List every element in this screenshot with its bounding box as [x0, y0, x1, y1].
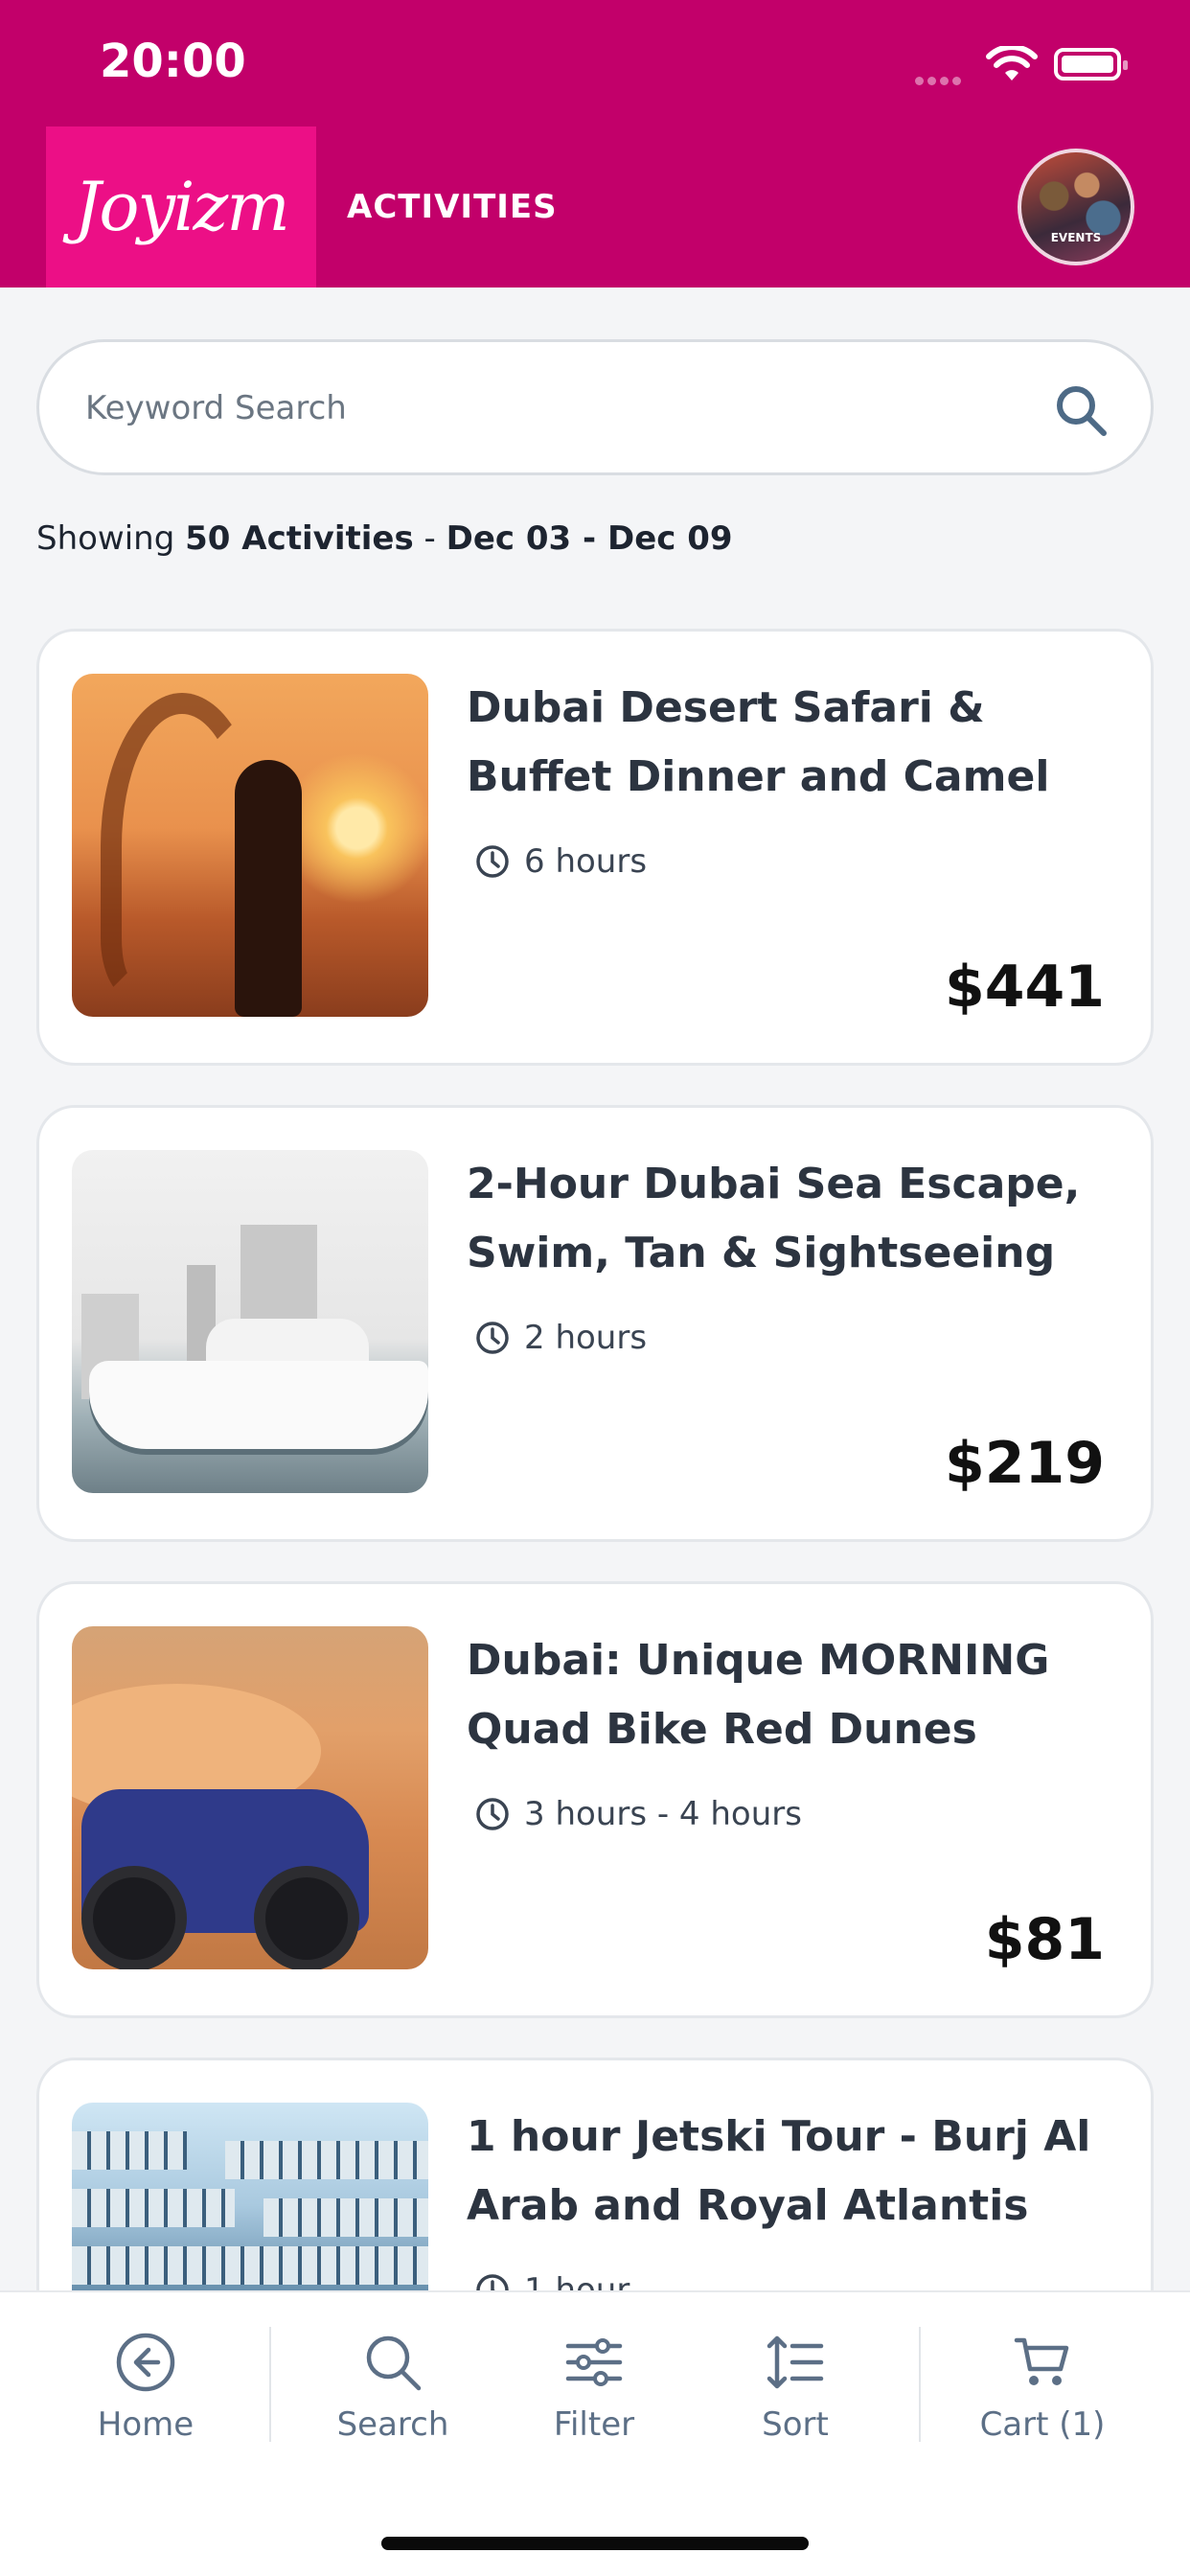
activity-price: $441 [945, 954, 1105, 1021]
avatar[interactable]: EVENTS [1018, 149, 1134, 265]
app-header: 20:00 Joyizm ACTIVITIES EVENTS [0, 0, 1190, 288]
tab-divider [269, 2327, 271, 2442]
summary-dates: Dec 03 - Dec 09 [446, 519, 733, 558]
activity-title: Dubai: Unique MORNING Quad Bike Red Dune… [467, 1636, 1050, 1754]
home-indicator[interactable] [381, 2537, 809, 2550]
activity-duration: 6 hours [474, 842, 647, 881]
activity-duration: 2 hours [474, 1319, 647, 1357]
duration-text: 6 hours [524, 842, 648, 881]
wifi-icon [986, 46, 1038, 80]
tab-home[interactable]: Home [59, 2331, 232, 2444]
app-logo[interactable]: Joyizm [46, 126, 316, 288]
activity-card[interactable]: 2-Hour Dubai Sea Escape, Swim, Tan & Sig… [36, 1105, 1154, 1542]
tab-label: Sort [762, 2405, 829, 2444]
logo-text: Joyizm [74, 168, 289, 246]
summary-count: 50 Activities [185, 519, 414, 558]
activity-title: 2-Hour Dubai Sea Escape, Swim, Tan & Sig… [467, 1160, 1081, 1277]
status-time: 20:00 [100, 34, 246, 88]
sliders-icon [565, 2338, 623, 2386]
search-icon[interactable] [1053, 382, 1109, 438]
activity-price: $81 [984, 1906, 1105, 1973]
activity-image [72, 1150, 428, 1493]
search-bar [36, 339, 1154, 475]
tab-cart[interactable]: Cart (1) [956, 2331, 1129, 2444]
activity-card[interactable]: Dubai: Unique MORNING Quad Bike Red Dune… [36, 1581, 1154, 2018]
duration-text: 3 hours - 4 hours [524, 1795, 802, 1833]
tab-divider [919, 2327, 921, 2442]
tab-search[interactable]: Search [307, 2331, 479, 2444]
sort-icon [767, 2335, 824, 2389]
tab-filter[interactable]: Filter [508, 2331, 680, 2444]
activity-image [72, 1626, 428, 1969]
activity-title: 1 hour Jetski Tour - Burj Al Arab and Ro… [467, 2112, 1091, 2230]
tab-sort[interactable]: Sort [709, 2331, 881, 2444]
tab-label: Home [97, 2405, 195, 2444]
tab-label: Search [336, 2405, 449, 2444]
clock-icon [476, 1322, 509, 1354]
tab-label: Cart (1) [979, 2405, 1106, 2444]
summary-prefix: Showing [36, 519, 175, 558]
results-summary: Showing 50 Activities - Dec 03 - Dec 09 [36, 519, 733, 558]
clock-icon [476, 845, 509, 878]
back-arrow-icon [116, 2333, 175, 2392]
search-input[interactable] [85, 379, 1005, 438]
avatar-label: EVENTS [1050, 231, 1102, 244]
bottom-tab-bar: Home Search Filter Sort Cart (1) [0, 2290, 1190, 2576]
activity-card[interactable]: Dubai Desert Safari & Buffet Dinner and … [36, 629, 1154, 1066]
signal-icon [915, 71, 969, 85]
cart-icon [1014, 2337, 1069, 2385]
page-title: ACTIVITIES [347, 188, 558, 226]
battery-icon [1054, 48, 1128, 80]
activity-duration: 3 hours - 4 hours [474, 1795, 802, 1833]
tab-label: Filter [553, 2405, 635, 2444]
summary-separator: - [423, 519, 436, 558]
duration-text: 2 hours [524, 1319, 648, 1357]
activity-title: Dubai Desert Safari & Buffet Dinner and … [467, 683, 1050, 801]
clock-icon [476, 1798, 509, 1830]
activity-image [72, 674, 428, 1017]
activity-price: $219 [945, 1430, 1105, 1497]
search-icon [366, 2335, 422, 2391]
